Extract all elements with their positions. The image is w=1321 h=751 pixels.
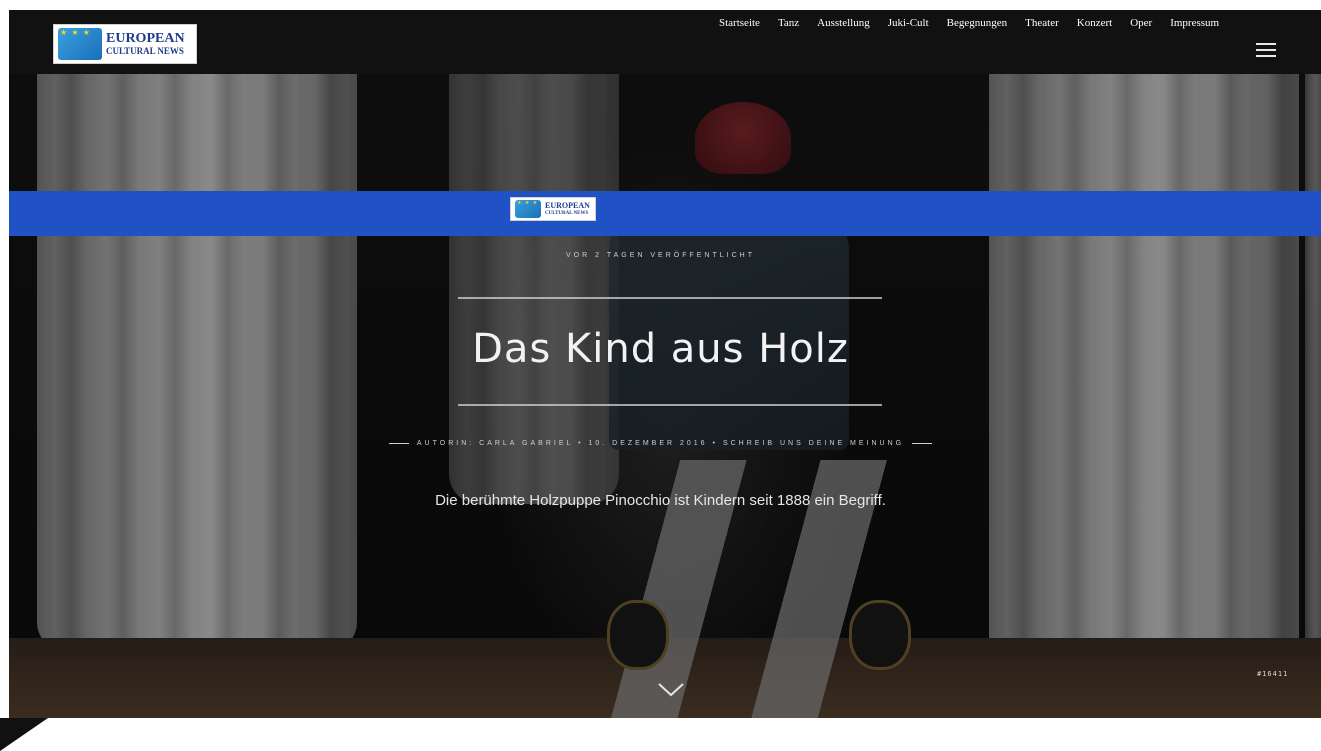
article-byline: AUTORIN: CARLA GABRIEL • 10. DEZEMBER 20… [0,440,1321,447]
nav-item-ausstellung[interactable]: Ausstellung [817,17,870,29]
article-excerpt: Die berühmte Holzpuppe Pinocchio ist Kin… [435,492,886,509]
byline-dash-left [388,442,409,444]
byline-separator: • [712,440,718,447]
byline-author: AUTORIN: CARLA GABRIEL [416,440,574,447]
europe-map-icon [515,200,541,218]
byline-dash-right [912,442,933,444]
published-date: VOR 2 TAGEN VERÖFFENTLICHT [566,252,755,259]
nav-logo[interactable]: EUROPEAN CULTURAL NEWS [510,197,596,221]
byline-separator: • [578,440,584,447]
chevron-down-icon[interactable] [657,682,685,698]
nav-item-theater[interactable]: Theater [1025,17,1059,29]
byline-date: 10. DEZEMBER 2016 [588,440,708,447]
hamburger-menu-icon[interactable] [1256,43,1276,59]
title-divider-bottom [458,404,882,406]
nav-item-oper[interactable]: Oper [1130,17,1152,29]
nav-logo-wordmark: EUROPEAN CULTURAL NEWS [545,201,590,216]
site-logo[interactable]: EUROPEAN CULTURAL NEWS [53,24,197,64]
nav-item-tanz[interactable]: Tanz [778,17,799,29]
europe-map-icon [58,28,102,60]
photo-id: #16411 [1257,670,1289,678]
article-title: Das Kind aus Holz [472,326,849,372]
nav-item-konzert[interactable]: Konzert [1077,17,1112,29]
logo-wordmark: EUROPEAN CULTURAL NEWS [106,30,185,56]
nav-item-begegnungen[interactable]: Begegnungen [947,17,1007,29]
nav-item-juki-cult[interactable]: Juki-Cult [888,17,929,29]
corner-shape [0,718,48,751]
nav-links: Startseite Tanz Ausstellung Juki-Cult Be… [719,0,1237,45]
title-divider-top [458,297,882,299]
nav-item-impressum[interactable]: Impressum [1170,17,1219,29]
comment-link[interactable]: SCHREIB UNS DEINE MEINUNG [723,440,904,447]
nav-item-startseite[interactable]: Startseite [719,17,760,29]
main-navigation [9,191,1321,236]
